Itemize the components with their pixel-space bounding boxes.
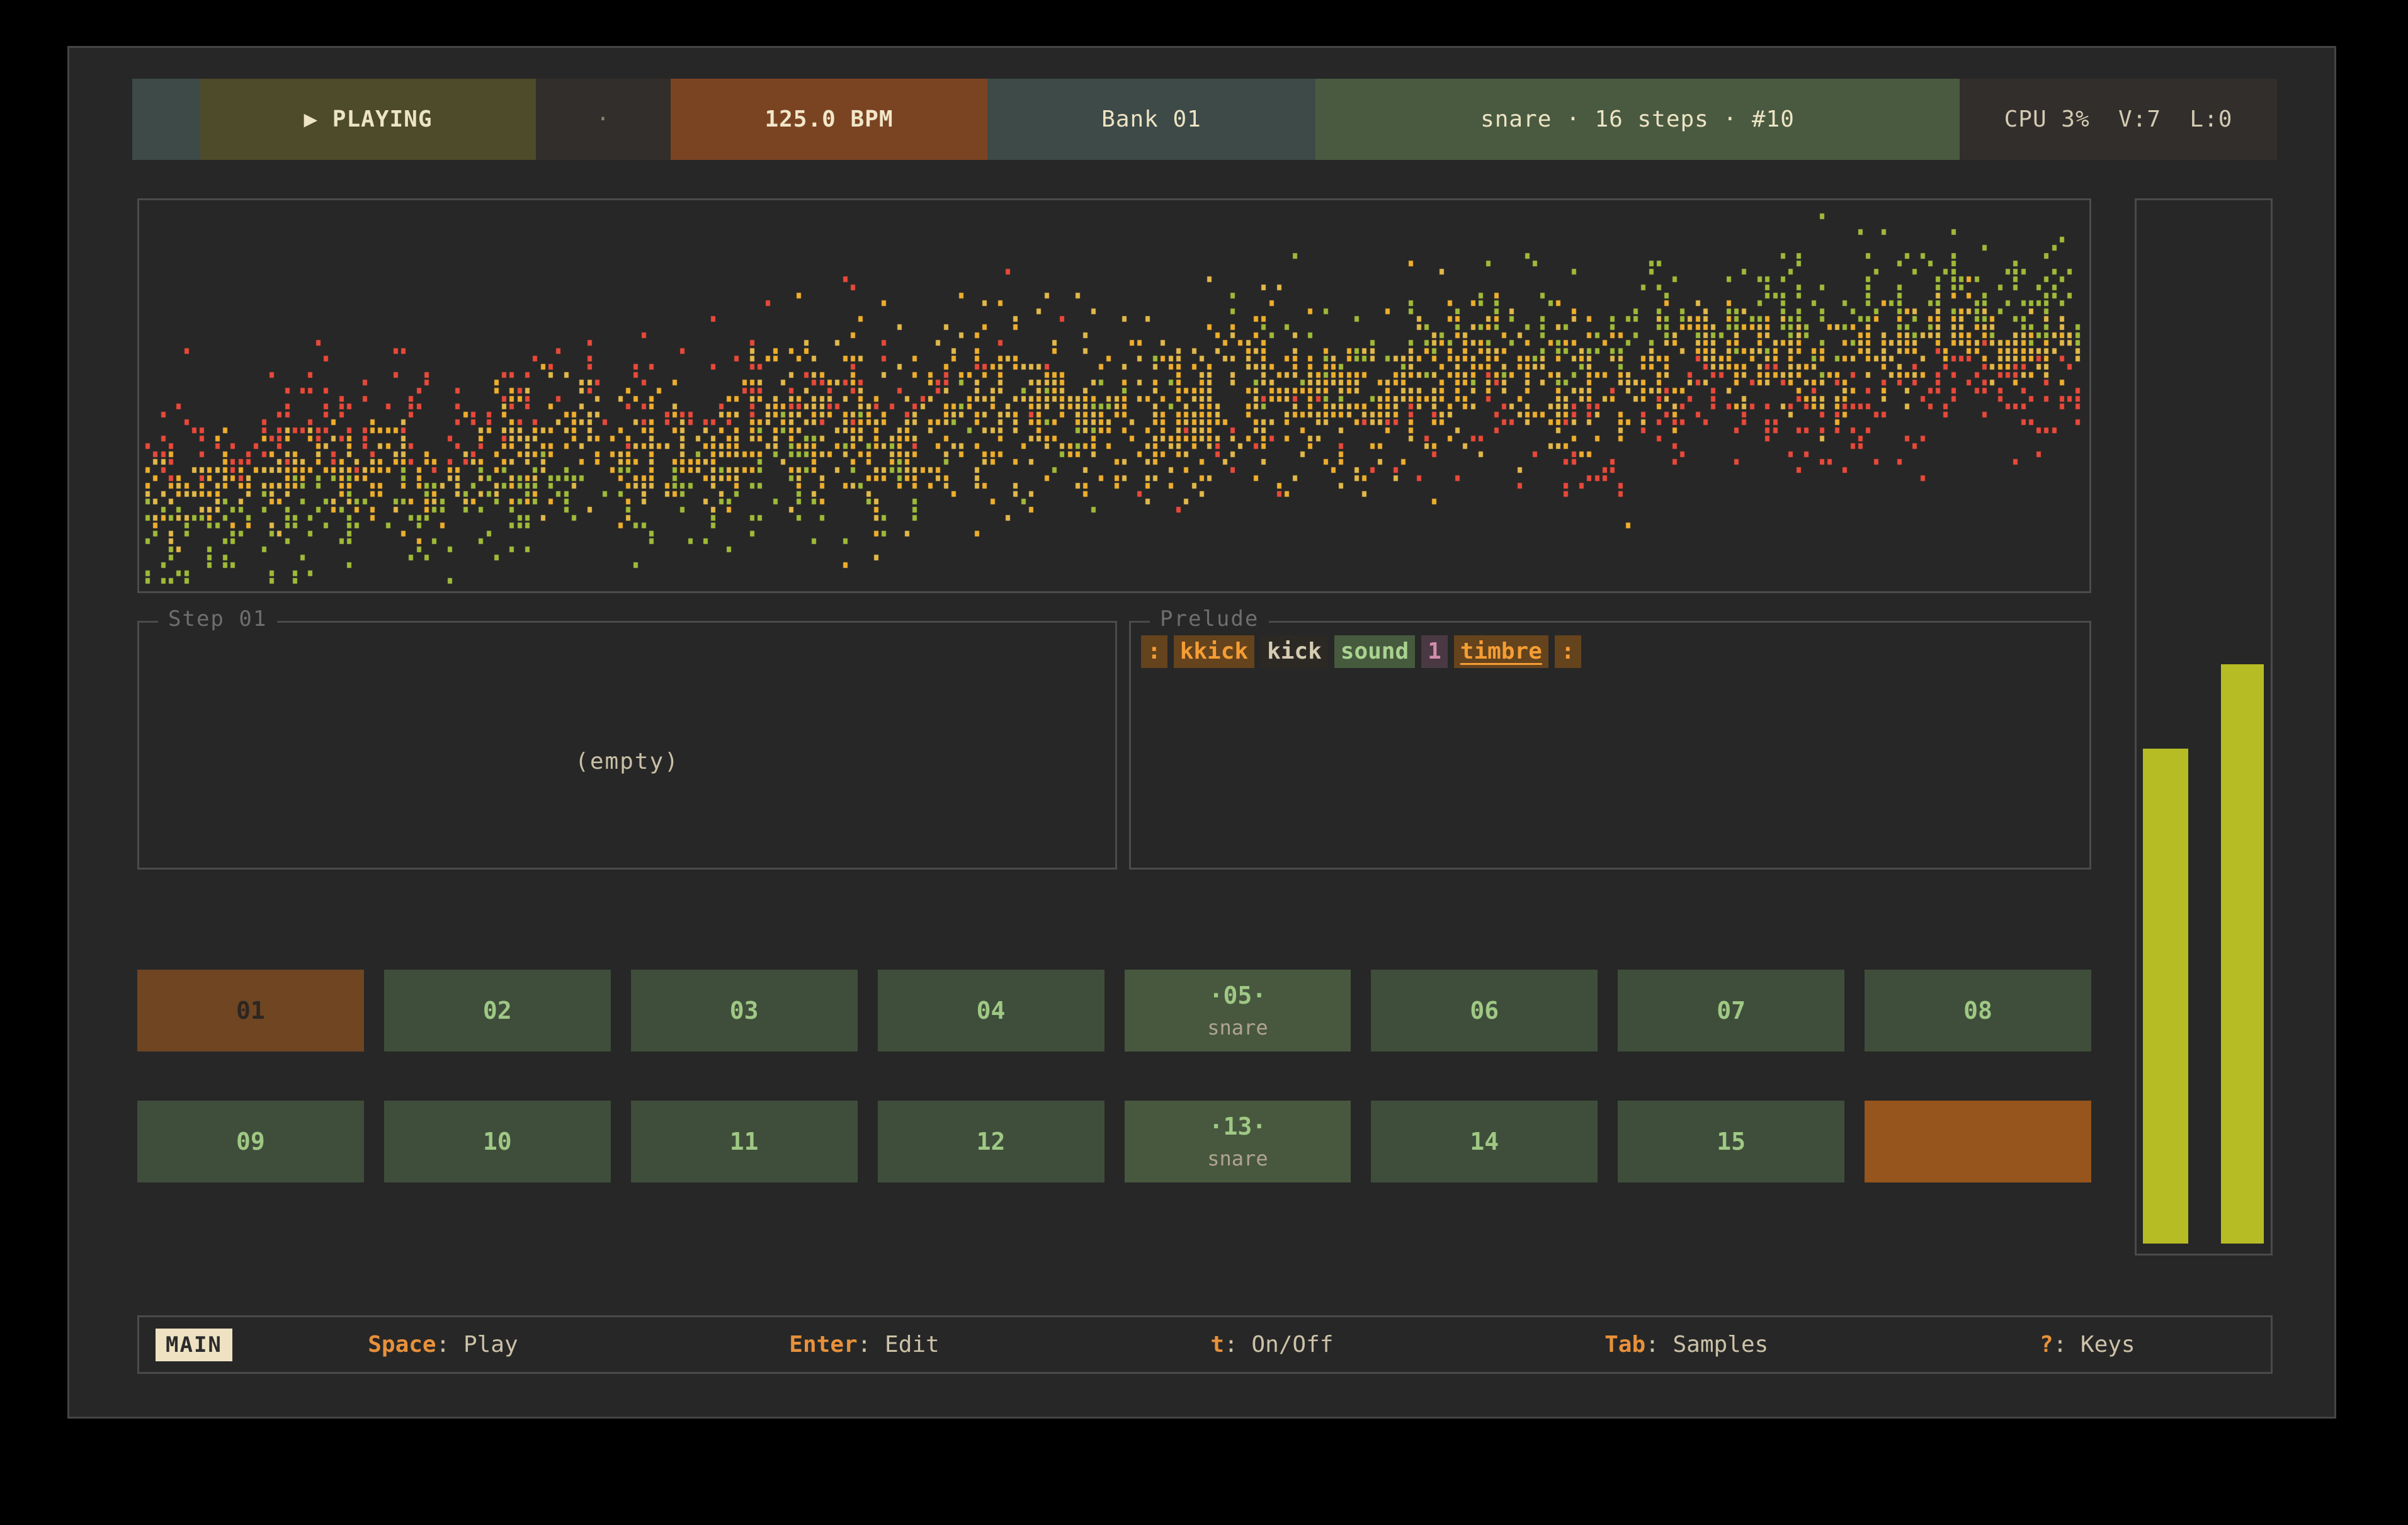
step-cell-sample: snare: [1207, 1016, 1268, 1040]
step-cell-03[interactable]: 03: [631, 970, 858, 1052]
track-info[interactable]: snare · 16 steps · #10: [1315, 79, 1960, 160]
step-cell-label: ·13·: [1209, 1113, 1267, 1140]
meter-bar-left: [2143, 749, 2188, 1244]
step-cell-02[interactable]: 02: [384, 970, 611, 1052]
pattern-visualizer: [139, 200, 2089, 591]
step-cell-15[interactable]: 15: [1618, 1101, 1844, 1182]
playing-indicator[interactable]: ▶ PLAYING: [200, 79, 536, 160]
shortcut-keys: ?: Keys: [2040, 1332, 2135, 1358]
step-cell-04[interactable]: 04: [878, 970, 1105, 1052]
step-cell-label: 08: [1963, 997, 1992, 1024]
system-stats: CPU 3% V:7 L:0: [1960, 79, 2277, 160]
prelude-panel-title: Prelude: [1150, 606, 1269, 632]
prelude-code-row: : kkick kick sound 1 timbre :: [1141, 635, 1581, 668]
prelude-token-kick[interactable]: kick: [1261, 635, 1328, 668]
step-cell-sample: snare: [1207, 1147, 1268, 1171]
bpm-display[interactable]: 125.0 BPM: [671, 79, 987, 160]
step-cell-05[interactable]: ·05· snare: [1125, 970, 1351, 1052]
step-cell-label: 04: [977, 997, 1006, 1024]
step-cell-label: 09: [236, 1128, 265, 1155]
shortcut-onoff: t: On/Off: [1210, 1332, 1333, 1358]
transport-lead-segment: [132, 79, 200, 160]
meter-bar-right: [2221, 664, 2264, 1244]
step-cell-label: 15: [1717, 1128, 1746, 1155]
step-cell-label: 03: [730, 997, 759, 1024]
prelude-token-colon-close[interactable]: :: [1555, 635, 1581, 668]
step-cell-11[interactable]: 11: [631, 1101, 858, 1182]
step-grid: 01 02 03 04 ·05·snare 06 07 08 09 10 11 …: [137, 970, 2091, 1182]
app-window: ▶ PLAYING · 125.0 BPM Bank 01 snare · 16…: [67, 46, 2336, 1419]
step-cell-label: 14: [1470, 1128, 1499, 1155]
shortcut-edit: Enter: Edit: [789, 1332, 939, 1358]
step-cell-label: ·05·: [1209, 982, 1267, 1009]
step-cell-label: 06: [1470, 997, 1499, 1024]
level-meters-panel: [2135, 198, 2273, 1256]
bank-display[interactable]: Bank 01: [987, 79, 1315, 160]
step-cell-label: 02: [483, 997, 512, 1024]
step-cell-09[interactable]: 09: [137, 1101, 364, 1182]
pattern-visualizer-panel: [137, 198, 2091, 593]
step-panel-title: Step 01: [158, 606, 277, 632]
step-cell-07[interactable]: 07: [1618, 970, 1844, 1052]
step-cell-label: 01: [236, 997, 265, 1024]
step-cell-label: 10: [483, 1128, 512, 1155]
prelude-token-colon-open[interactable]: :: [1141, 635, 1167, 668]
prelude-token-timbre[interactable]: timbre: [1454, 635, 1548, 668]
step-cell-label: 11: [730, 1128, 759, 1155]
shortcut-samples: Tab: Samples: [1604, 1332, 1768, 1358]
step-cell-08[interactable]: 08: [1865, 970, 2091, 1052]
step-cell-13[interactable]: ·13· snare: [1125, 1101, 1351, 1182]
prelude-token-1[interactable]: 1: [1421, 635, 1448, 668]
top-status-bar: ▶ PLAYING · 125.0 BPM Bank 01 snare · 16…: [132, 79, 2277, 160]
shortcut-hints: Space: Play Enter: Edit t: On/Off Tab: S…: [232, 1332, 2271, 1358]
step-detail-panel: Step 01 (empty): [137, 621, 1117, 870]
prelude-token-sound[interactable]: sound: [1334, 635, 1415, 668]
mode-badge: MAIN: [156, 1329, 232, 1361]
step-cell-16[interactable]: [1865, 1101, 2091, 1182]
step-cell-12[interactable]: 12: [878, 1101, 1105, 1182]
step-cell-label: 12: [977, 1128, 1006, 1155]
step-cell-10[interactable]: 10: [384, 1101, 611, 1182]
prelude-token-kkick[interactable]: kkick: [1174, 635, 1254, 668]
step-cell-14[interactable]: 14: [1371, 1101, 1598, 1182]
shortcut-play: Space: Play: [368, 1332, 518, 1358]
step-cell-06[interactable]: 06: [1371, 970, 1598, 1052]
step-cell-01[interactable]: 01: [137, 970, 364, 1052]
step-empty-label: (empty): [139, 749, 1115, 774]
prelude-panel: Prelude : kkick kick sound 1 timbre :: [1129, 621, 2091, 870]
step-cell-label: 07: [1717, 997, 1746, 1024]
separator-segment: ·: [536, 79, 671, 160]
footer-bar: MAIN Space: Play Enter: Edit t: On/Off T…: [137, 1315, 2273, 1374]
